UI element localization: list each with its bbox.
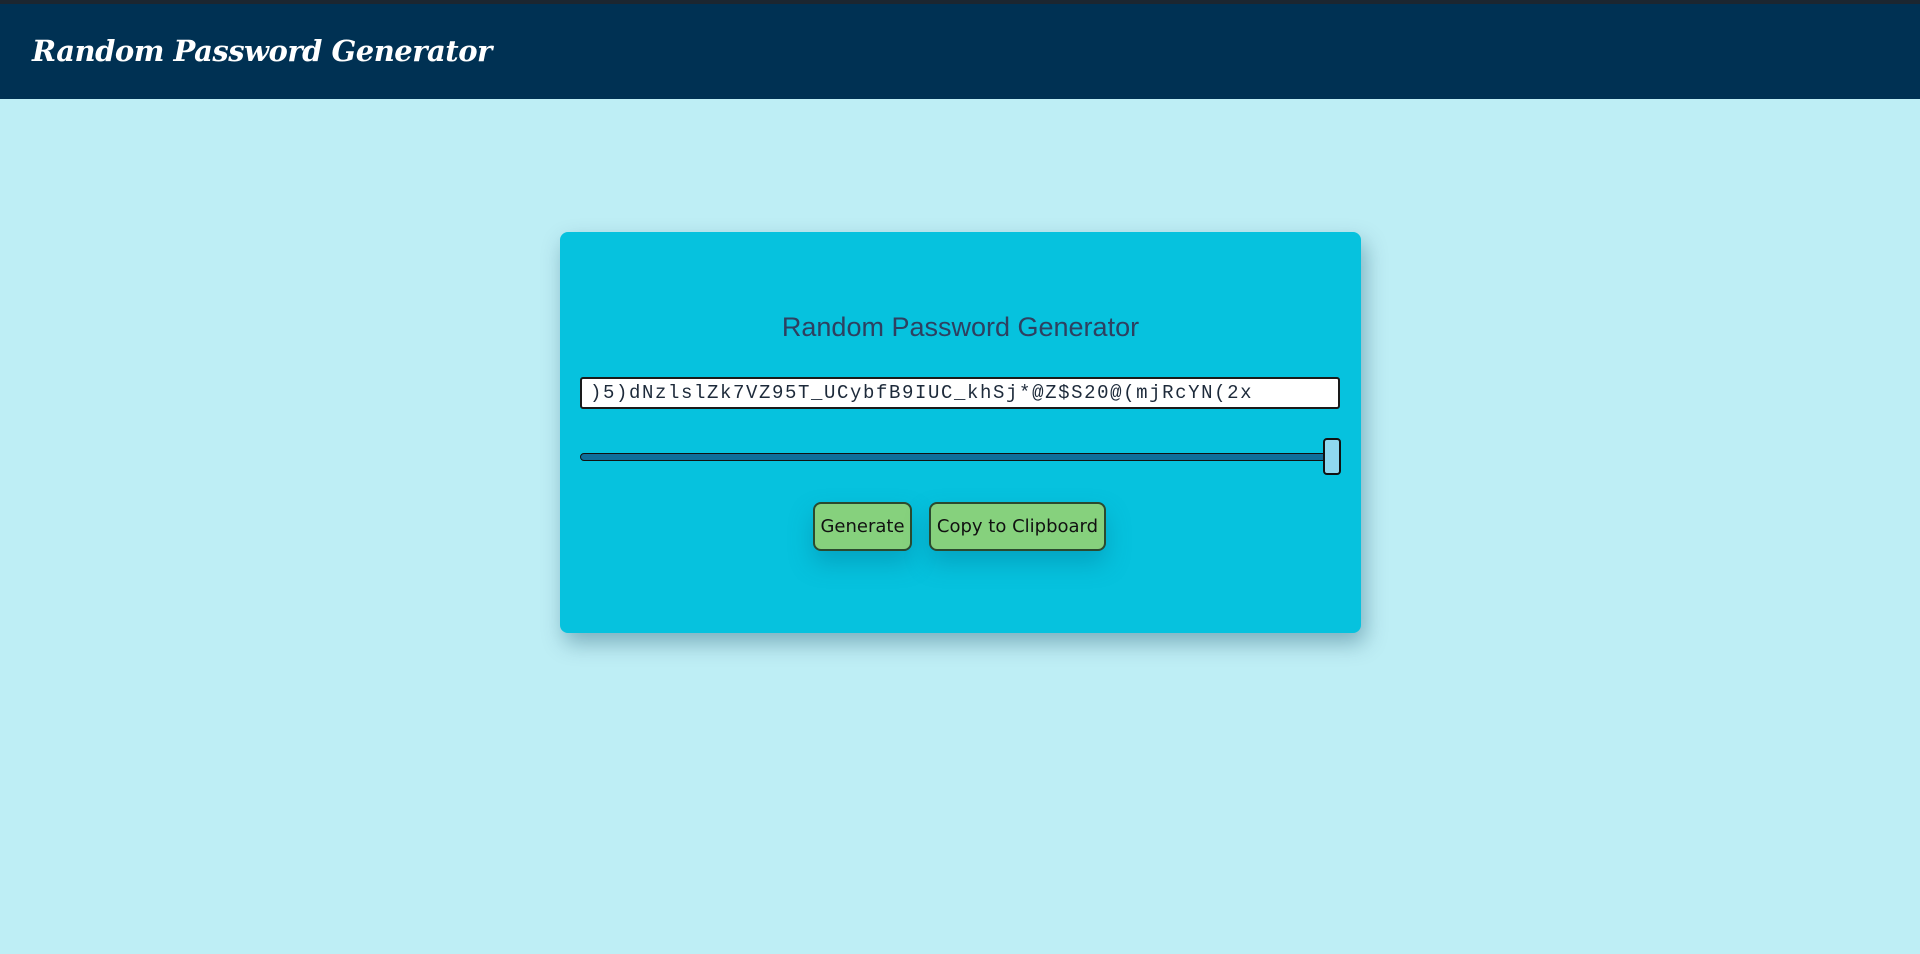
generator-card: Random Password Generator Generate Copy … — [560, 232, 1361, 633]
top-navbar: Random Password Generator — [0, 0, 1920, 99]
length-slider-track[interactable] — [580, 453, 1340, 461]
generate-button[interactable]: Generate — [813, 502, 912, 551]
password-output-field[interactable] — [580, 377, 1340, 409]
copy-to-clipboard-button[interactable]: Copy to Clipboard — [929, 502, 1106, 551]
card-title: Random Password Generator — [781, 312, 1140, 342]
length-slider[interactable] — [580, 438, 1342, 476]
length-slider-thumb[interactable] — [1323, 438, 1342, 475]
app-brand-title: Random Password Generator — [32, 34, 492, 68]
action-buttons: Generate Copy to Clipboard — [560, 502, 1361, 552]
